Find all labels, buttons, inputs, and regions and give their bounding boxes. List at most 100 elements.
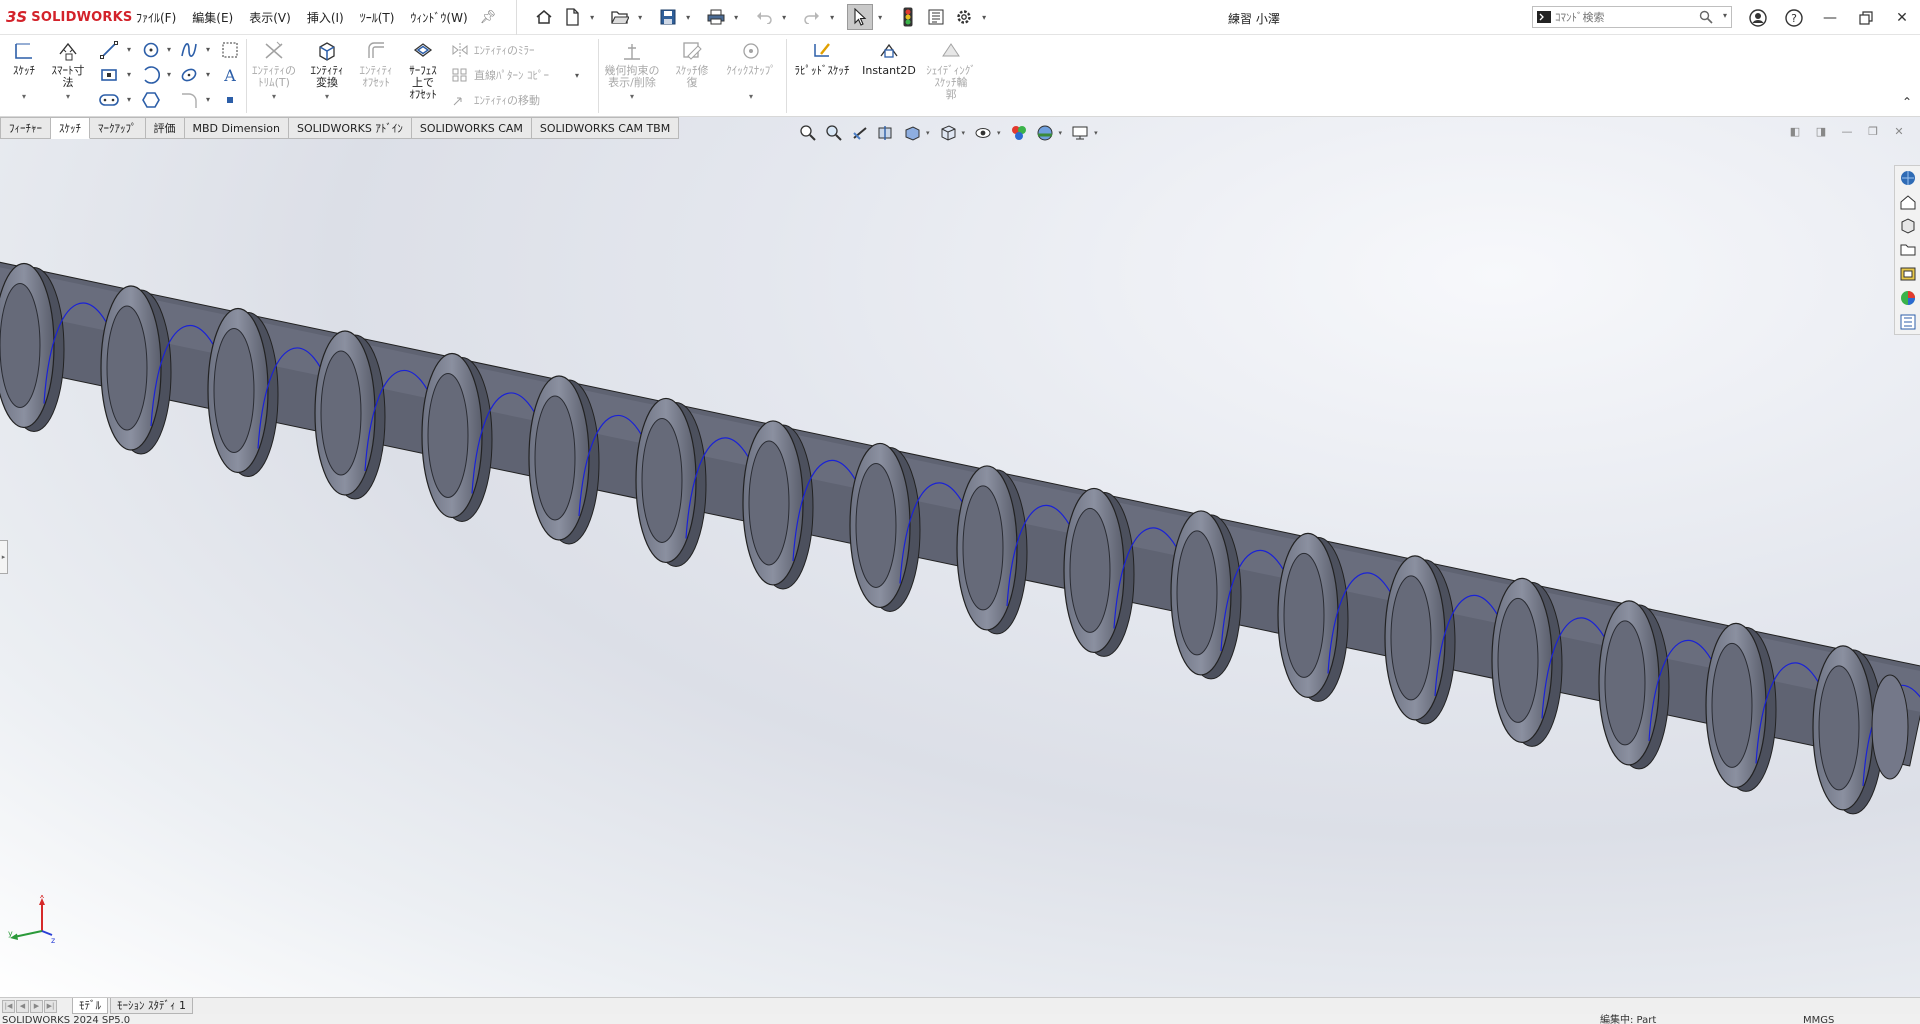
next-tab-arrow-icon[interactable]: ▶: [30, 999, 43, 1013]
tab-model[interactable]: ﾓﾃﾞﾙ: [72, 998, 108, 1014]
view-orientation-dropdown-icon[interactable]: ▾: [926, 129, 930, 137]
undo-dropdown-icon[interactable]: ▾: [779, 13, 789, 22]
redo-dropdown-icon[interactable]: ▾: [827, 13, 837, 22]
fillet-icon[interactable]: [178, 89, 200, 111]
redo-icon[interactable]: [799, 4, 825, 30]
offset-on-surface-button[interactable]: ｻｰﾌｪｽ 上で ｵﾌｾｯﾄ: [400, 39, 446, 101]
tab-features[interactable]: ﾌｨｰﾁｬｰ: [0, 117, 51, 139]
menu-edit[interactable]: 編集(E): [184, 9, 241, 26]
new-dropdown-icon[interactable]: ▾: [587, 13, 597, 22]
minimize-icon[interactable]: —: [1812, 0, 1848, 35]
options-gear-icon[interactable]: [951, 4, 977, 30]
close-icon[interactable]: ✕: [1884, 0, 1920, 35]
shaded-sketch-contours-button[interactable]: ｼｪｲﾃﾞｨﾝｸﾞ ｽｹｯﾁ輪 郭: [922, 39, 980, 101]
menu-insert[interactable]: 挿入(I): [299, 9, 352, 26]
trim-entities-button[interactable]: ｴﾝﾃｨﾃｨの ﾄﾘﾑ(T) ▾: [248, 39, 300, 103]
solidworks-resources-icon[interactable]: [1895, 166, 1920, 190]
menu-view[interactable]: 表示(V): [241, 9, 299, 26]
open-dropdown-icon[interactable]: ▾: [635, 13, 645, 22]
move-entities-button[interactable]: ｴﾝﾃｨﾃｨの移動: [452, 92, 540, 108]
tab-evaluate[interactable]: 評価: [145, 117, 185, 139]
spline-icon[interactable]: [178, 39, 200, 61]
rectangle-icon[interactable]: [98, 64, 120, 86]
solidworks-logo[interactable]: 3S SOLIDWORKS: [0, 0, 132, 35]
options-dropdown-icon[interactable]: ▾: [979, 13, 989, 22]
tab-solidworks-addins[interactable]: SOLIDWORKS ｱﾄﾞｲﾝ: [288, 117, 412, 139]
folder-icon[interactable]: [1895, 238, 1920, 262]
line-icon[interactable]: [98, 39, 120, 61]
view-settings-monitor-icon[interactable]: [1068, 122, 1092, 144]
menu-file[interactable]: ﾌｧｲﾙ(F): [128, 9, 184, 26]
hide-show-items-icon[interactable]: [971, 122, 995, 144]
last-tab-arrow-icon[interactable]: ▶|: [44, 999, 57, 1013]
display-delete-relations-button[interactable]: 幾何拘束の 表示/削除 ▾: [602, 39, 662, 103]
collapse-ribbon-icon[interactable]: ⌃: [1902, 95, 1912, 109]
menu-window[interactable]: ｳｨﾝﾄﾞｳ(W): [402, 9, 475, 26]
pin-menu-icon[interactable]: 📌︎: [480, 10, 497, 25]
tab-mbd-dimension[interactable]: MBD Dimension: [184, 117, 289, 139]
smart-dimension-dropdown-icon[interactable]: ▾: [66, 91, 70, 103]
select-arrow-icon[interactable]: [847, 4, 874, 30]
previous-view-icon[interactable]: [848, 122, 872, 144]
tab-solidworks-cam[interactable]: SOLIDWORKS CAM: [411, 117, 532, 139]
mirror-entities-button[interactable]: ｴﾝﾃｨﾃｨのﾐﾗｰ: [452, 42, 535, 58]
search-icon[interactable]: [1699, 10, 1713, 24]
dynamic-annotation-views-icon[interactable]: [900, 122, 924, 144]
line-dropdown-icon[interactable]: ▾: [127, 45, 131, 54]
custom-properties-icon[interactable]: [1895, 310, 1920, 334]
tab-sketch[interactable]: ｽｹｯﾁ: [51, 117, 90, 139]
graphics-area[interactable]: ▾ ▾ ▾ ▾ ▾ ◧ ◨ — ❐ ✕ ▸ x y z: [0, 117, 1920, 997]
relations-dropdown-icon[interactable]: ▾: [630, 91, 634, 103]
print-icon[interactable]: [703, 4, 729, 30]
circle-icon[interactable]: [140, 39, 162, 61]
undo-icon[interactable]: [751, 4, 777, 30]
sketch-button[interactable]: ｽｹｯﾁ ▾: [6, 39, 42, 103]
file-properties-icon[interactable]: [923, 4, 949, 30]
ellipse-icon[interactable]: [178, 64, 200, 86]
view-settings-dropdown-icon[interactable]: ▾: [1094, 129, 1098, 137]
select-dropdown-icon[interactable]: ▾: [875, 13, 885, 22]
repair-sketch-button[interactable]: ｽｹｯﾁ修 復: [664, 39, 720, 89]
viewport-next-icon[interactable]: ◨: [1808, 123, 1834, 139]
viewport-prev-icon[interactable]: ◧: [1782, 123, 1808, 139]
tab-motion-study-1[interactable]: ﾓｰｼｮﾝ ｽﾀﾃﾞｨ 1: [110, 998, 193, 1014]
circle-dropdown-icon[interactable]: ▾: [167, 45, 171, 54]
zoom-to-area-icon[interactable]: [822, 122, 846, 144]
quick-snaps-dropdown-icon[interactable]: ▾: [749, 91, 753, 103]
text-icon[interactable]: A: [219, 64, 241, 86]
viewport-close-icon[interactable]: ✕: [1886, 123, 1912, 139]
view-orientation-icon[interactable]: [936, 122, 960, 144]
display-style-dropdown-icon[interactable]: ▾: [962, 129, 966, 137]
arc-dropdown-icon[interactable]: ▾: [167, 70, 171, 79]
instant2d-button[interactable]: Instant2D: [856, 39, 922, 77]
status-units[interactable]: MMGS: [1803, 1015, 1834, 1024]
viewport-minimize-icon[interactable]: —: [1834, 123, 1860, 139]
design-library-icon[interactable]: [1895, 190, 1920, 214]
file-explorer-icon[interactable]: [1895, 214, 1920, 238]
smart-dimension-button[interactable]: ｽﾏｰﾄ寸 法 ▾: [44, 39, 92, 103]
prev-tab-arrow-icon[interactable]: ◀: [16, 999, 29, 1013]
tab-markup[interactable]: ﾏｰｸｱｯﾌﾟ: [90, 117, 146, 139]
rectangle-dropdown-icon[interactable]: ▾: [127, 70, 131, 79]
quick-snaps-button[interactable]: ｸｲｯｸｽﾅｯﾌﾟ ▾: [720, 39, 782, 103]
rapid-sketch-button[interactable]: ﾗﾋﾟｯﾄﾞｽｹｯﾁ: [790, 39, 854, 77]
save-icon[interactable]: [655, 4, 681, 30]
user-account-icon[interactable]: [1740, 0, 1776, 35]
convert-entities-button[interactable]: ｴﾝﾃｨﾃｨ 変換 ▾: [302, 39, 352, 103]
view-palette-icon[interactable]: [1895, 262, 1920, 286]
sketch-dropdown-icon[interactable]: ▾: [22, 91, 26, 103]
first-tab-arrow-icon[interactable]: |◀: [2, 999, 15, 1013]
rebuild-traffic-light-icon[interactable]: [895, 4, 921, 30]
restore-icon[interactable]: [1848, 0, 1884, 35]
ellipse-dropdown-icon[interactable]: ▾: [206, 70, 210, 79]
tab-solidworks-cam-tbm[interactable]: SOLIDWORKS CAM TBM: [531, 117, 680, 139]
save-dropdown-icon[interactable]: ▾: [683, 13, 693, 22]
command-search-input[interactable]: [1555, 10, 1695, 24]
trim-dropdown-icon[interactable]: ▾: [272, 91, 276, 103]
polygon-icon[interactable]: [140, 89, 162, 111]
point-icon[interactable]: [219, 89, 241, 111]
search-dropdown-icon[interactable]: ▾: [1723, 11, 1727, 20]
viewport-restore-icon[interactable]: ❐: [1860, 123, 1886, 139]
offset-entities-button[interactable]: ｴﾝﾃｨﾃｨ ｵﾌｾｯﾄ: [352, 39, 400, 89]
scene-dropdown-icon[interactable]: ▾: [1059, 129, 1063, 137]
